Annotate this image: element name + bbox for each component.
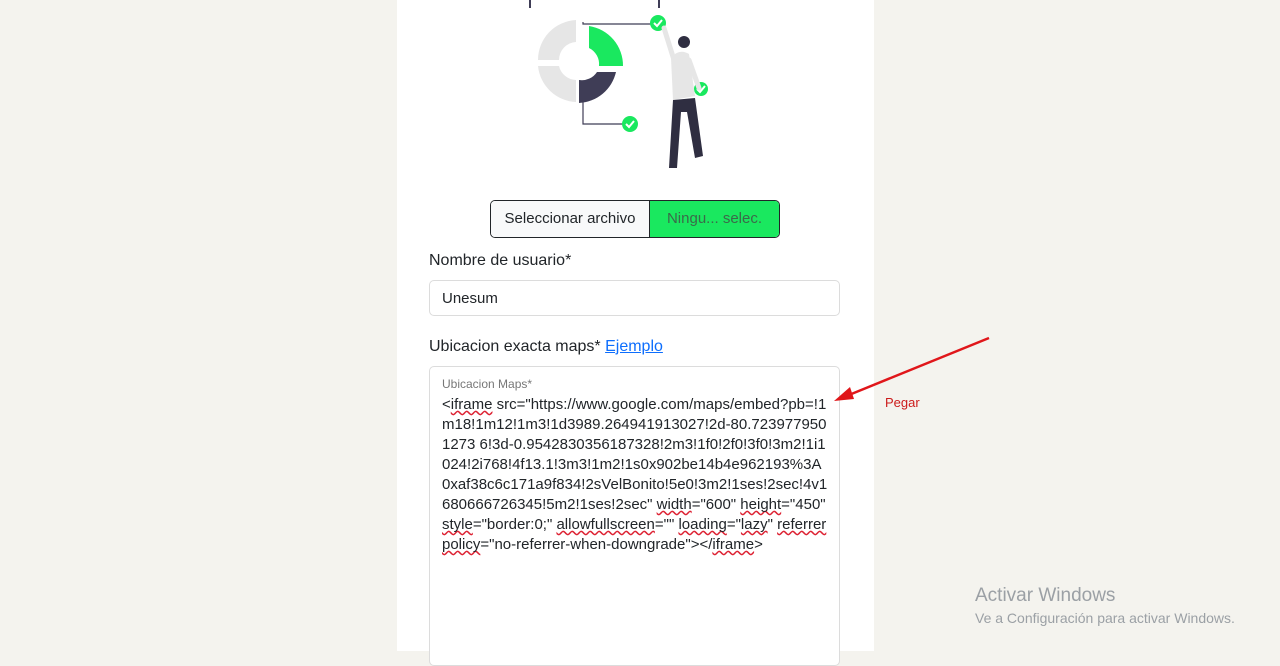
maps-textarea-value[interactable]: <iframe src="https://www.google.com/maps… xyxy=(442,395,828,555)
profile-illustration xyxy=(529,0,708,168)
example-link[interactable]: Ejemplo xyxy=(605,338,663,355)
maps-label: Ubicacion exacta maps* Ejemplo xyxy=(429,338,663,356)
file-upload[interactable]: Seleccionar archivo Ningu... selec. xyxy=(490,200,780,238)
select-file-button[interactable]: Seleccionar archivo xyxy=(491,201,650,237)
maps-floating-label: Ubicacion Maps* xyxy=(442,377,533,391)
file-status: Ningu... selec. xyxy=(650,201,779,237)
paste-annotation-label: Pegar xyxy=(885,395,920,410)
windows-activation-subtitle: Ve a Configuración para activar Windows. xyxy=(975,610,1235,626)
maps-textarea[interactable]: Ubicacion Maps* <iframe src="https://www… xyxy=(429,366,840,666)
username-input[interactable]: Unesum xyxy=(429,280,840,316)
windows-activation-title: Activar Windows xyxy=(975,585,1116,606)
maps-label-text: Ubicacion exacta maps* xyxy=(429,338,601,355)
username-label: Nombre de usuario* xyxy=(429,252,572,269)
